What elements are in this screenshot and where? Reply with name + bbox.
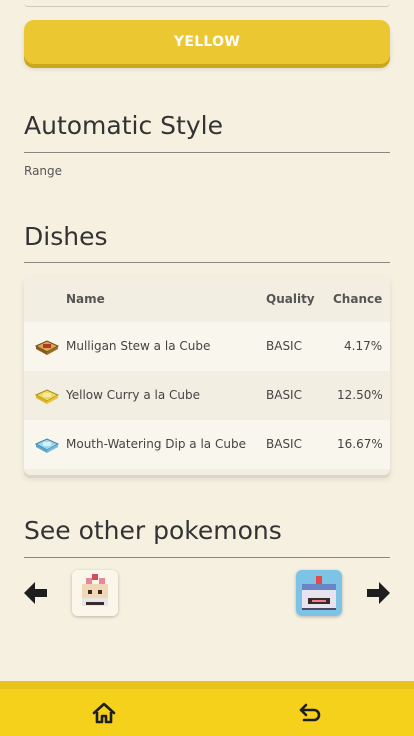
arrow-right-icon[interactable] (364, 579, 392, 607)
dish-quality: BASIC (266, 388, 302, 402)
dish-name: Mulligan Stew a la Cube (66, 339, 211, 353)
blue-cube-dish-icon (34, 438, 60, 453)
dish-chance: 12.50% (337, 388, 383, 402)
column-header-chance: Chance (333, 292, 383, 306)
home-icon[interactable] (90, 699, 118, 727)
yellow-cube-dish-icon (34, 389, 60, 404)
arrow-left-icon[interactable] (22, 579, 50, 607)
dish-quality: BASIC (266, 339, 302, 353)
column-header-name: Name (66, 292, 105, 306)
dish-chance: 4.17% (344, 339, 383, 353)
table-header: Name Quality Chance (24, 275, 390, 322)
divider (24, 262, 390, 263)
divider (24, 152, 390, 153)
see-other-pokemons-title: See other pokemons (24, 516, 282, 545)
divider (24, 557, 390, 558)
column-header-quality: Quality (266, 292, 315, 306)
next-pokemon-thumbnail[interactable] (296, 570, 342, 616)
back-arrow-icon[interactable] (296, 699, 324, 727)
table-row[interactable]: Yellow Curry a la Cube BASIC 12.50% (24, 371, 390, 420)
color-yellow-button[interactable]: YELLOW (24, 20, 390, 64)
table-row[interactable]: Mulligan Stew a la Cube BASIC 4.17% (24, 322, 390, 371)
dish-name: Yellow Curry a la Cube (66, 388, 200, 402)
dish-quality: BASIC (266, 437, 302, 451)
bottom-navigation-bar (0, 681, 414, 736)
range-label: Range (24, 164, 63, 178)
previous-pokemon-thumbnail[interactable] (72, 570, 118, 616)
dishes-table: Name Quality Chance Mulligan Stew a la C… (24, 275, 390, 475)
dish-chance: 16.67% (337, 437, 383, 451)
dish-name: Mouth-Watering Dip a la Cube (66, 437, 246, 451)
pixel-pokemon-icon (296, 570, 342, 616)
previous-card-edge (24, 0, 390, 7)
automatic-style-title: Automatic Style (24, 111, 223, 140)
pixel-pokemon-icon (72, 570, 118, 616)
red-cube-dish-icon (34, 340, 60, 355)
table-row[interactable]: Mouth-Watering Dip a la Cube BASIC 16.67… (24, 420, 390, 469)
dishes-title: Dishes (24, 222, 108, 251)
